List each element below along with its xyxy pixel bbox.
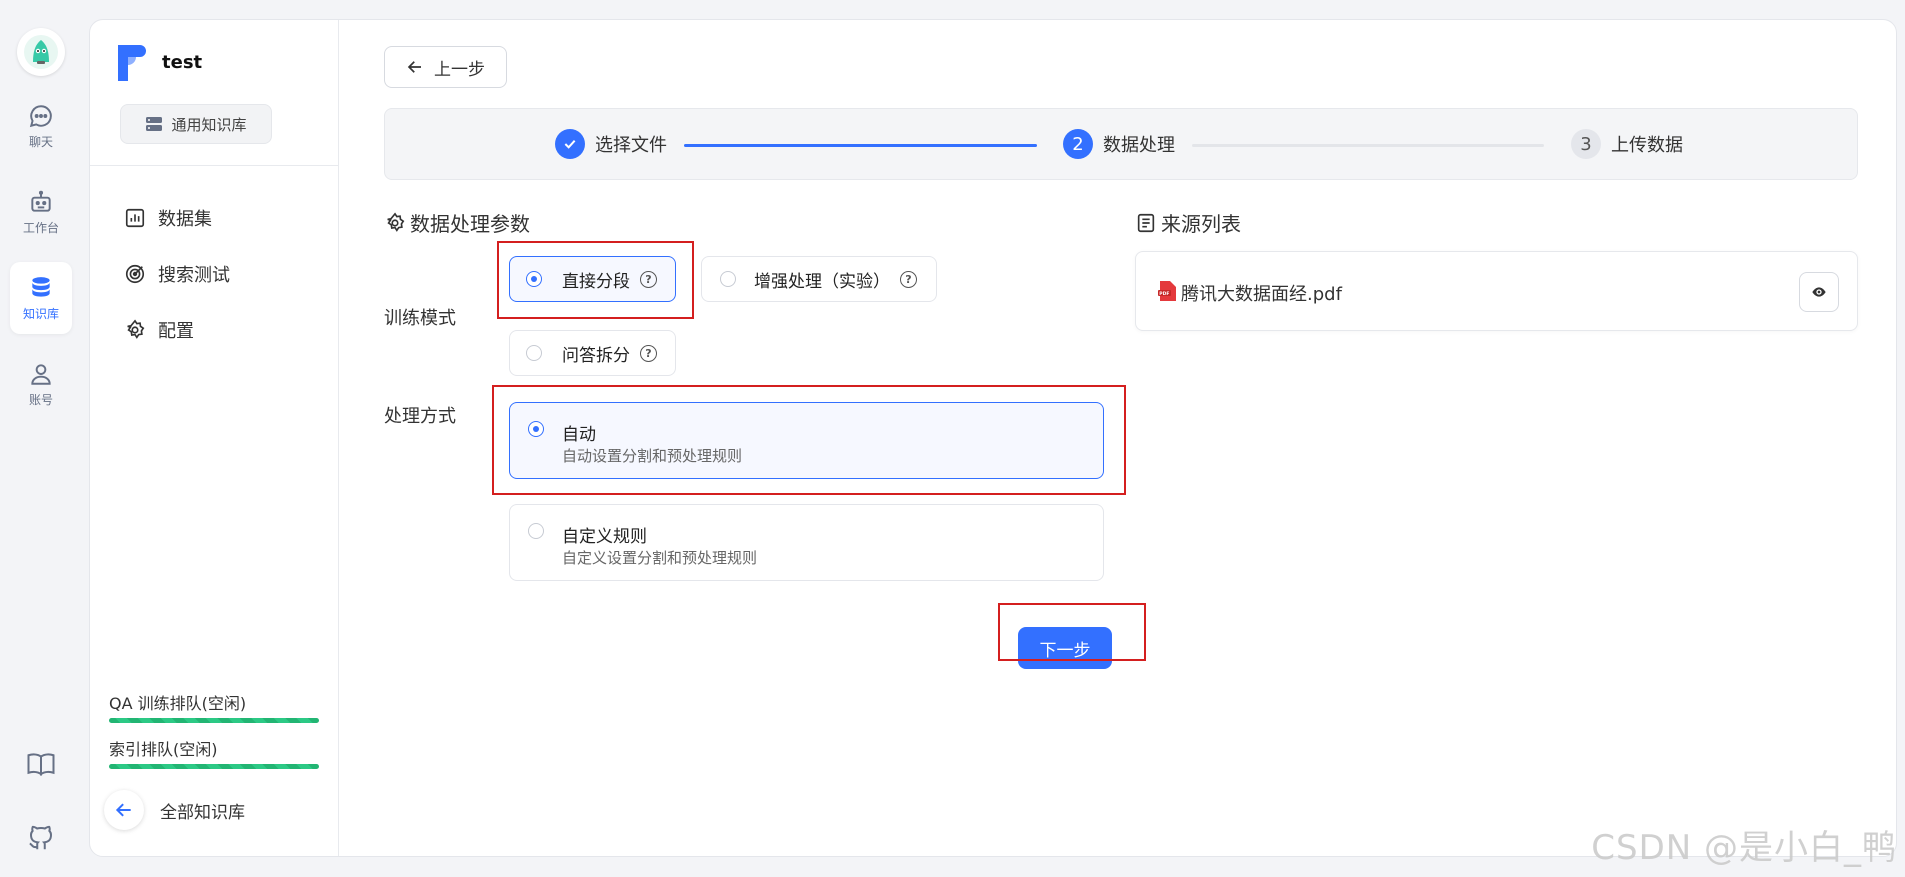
content-area: 上一步 选择文件 2 数据处理 3 上传数据 数据处理参数 训练模式 直接分段 … [339,20,1896,856]
user-icon [31,363,51,385]
back-arrow-button[interactable] [104,790,144,830]
radio-button[interactable] [526,271,542,287]
process-mode-auto-title: 自动 [562,425,596,445]
step-done-dot [555,129,585,159]
kb-nav: 数据集 搜索测试 配置 [90,166,338,358]
step-todo-dot: 3 [1571,129,1601,159]
kb-type-label: 通用知识库 [171,115,247,134]
rail-item-chat[interactable]: 聊天 [10,90,72,162]
help-icon[interactable]: ? [640,270,657,288]
arrow-left-icon [407,61,421,73]
app-rail: 聊天 工作台 知识库 账号 [0,0,82,877]
watermark: CSDN @是小白_鸭 [1591,828,1897,868]
eye-icon [1812,287,1826,297]
target-icon [125,264,145,284]
train-mode-enhanced[interactable]: 增强处理（实验） ? [701,256,937,302]
train-mode-direct[interactable]: 直接分段 ? [509,256,676,302]
train-mode-qa-label: 问答拆分 [562,345,630,366]
server-icon [146,117,163,131]
step-upload-data: 3 上传数据 [1571,129,1683,159]
nav-item-dataset[interactable]: 数据集 [90,190,338,246]
process-mode-custom-title: 自定义规则 [562,527,647,547]
step-label: 选择文件 [595,135,667,156]
kb-sidebar: test 通用知识库 数据集 搜索测试 配置 QA 训练排队(空闲) 索引排队(… [90,20,339,856]
gear-icon [127,319,145,339]
rail-item-label: 聊天 [28,134,53,149]
step-current-dot: 2 [1063,129,1093,159]
index-queue-label: 索引排队(空闲) [109,740,218,759]
index-queue-status: 索引排队(空闲) [109,736,319,769]
process-mode-auto-desc: 自动设置分割和预处理规则 [562,447,743,465]
avatar-icon [24,35,58,69]
book-icon[interactable] [26,749,56,779]
source-file-name: 腾讯大数据面经.pdf [1181,284,1342,305]
qa-queue-label: QA 训练排队(空闲) [109,694,247,713]
process-mode-auto[interactable]: 自动 自动设置分割和预处理规则 [509,402,1104,479]
source-file-item[interactable]: PDF 腾讯大数据面经.pdf [1135,251,1858,331]
document-icon [1137,213,1155,232]
rail-item-label: 账号 [28,392,53,407]
step-data-process: 2 数据处理 [1063,129,1175,159]
index-queue-bar [109,764,319,769]
preview-button[interactable] [1799,272,1839,312]
rail-item-account[interactable]: 账号 [10,348,72,420]
chart-icon [125,208,145,228]
chat-icon [29,104,52,127]
robot-icon [31,190,51,212]
gear-icon [387,211,405,232]
qa-queue-bar [109,718,319,723]
nav-item-config[interactable]: 配置 [90,302,338,358]
nav-item-label: 数据集 [158,209,212,230]
step-label: 上传数据 [1611,135,1683,156]
kb-logo-icon [118,45,146,81]
step-select-file: 选择文件 [555,129,667,159]
step-connector-todo [1192,144,1544,147]
rail-item-workbench[interactable]: 工作台 [10,176,72,248]
check-icon [564,139,576,149]
rail-bottom [26,749,56,853]
step-connector-done [684,144,1037,147]
nav-item-label: 搜索测试 [158,265,230,286]
params-title-text: 数据处理参数 [410,212,530,236]
kb-type-badge[interactable]: 通用知识库 [120,104,272,144]
sources-title: 来源列表 [1135,208,1241,237]
radio-button[interactable] [526,345,542,361]
process-mode-custom[interactable]: 自定义规则 自定义设置分割和预处理规则 [509,504,1104,581]
kb-header: test 通用知识库 [90,20,338,166]
database-icon [32,276,50,297]
rail-item-label: 知识库 [22,306,59,321]
arrow-left-icon [115,803,131,817]
help-icon[interactable]: ? [640,344,657,362]
github-icon[interactable] [26,823,56,853]
rail-item-label: 工作台 [22,220,59,235]
process-mode-custom-desc: 自定义设置分割和预处理规则 [562,549,758,567]
back-to-all-label: 全部知识库 [160,802,245,823]
step-label: 数据处理 [1103,135,1175,156]
prev-step-label: 上一步 [434,59,485,80]
sources-title-text: 来源列表 [1161,212,1241,236]
pdf-icon: PDF [1158,281,1176,301]
radio-button[interactable] [528,421,544,437]
rail-item-knowledge[interactable]: 知识库 [10,262,72,334]
step-indicator: 选择文件 2 数据处理 3 上传数据 [384,108,1858,180]
train-mode-label: 训练模式 [384,308,456,329]
next-step-button[interactable]: 下一步 [1018,627,1112,669]
main-card: test 通用知识库 数据集 搜索测试 配置 QA 训练排队(空闲) 索引排队(… [89,19,1897,857]
radio-button[interactable] [528,523,544,539]
process-mode-label: 处理方式 [384,406,456,427]
kb-name: test [162,52,203,73]
prev-step-button[interactable]: 上一步 [384,46,507,88]
nav-item-search-test[interactable]: 搜索测试 [90,246,338,302]
train-mode-direct-label: 直接分段 [562,271,630,292]
back-to-all-kb[interactable]: 全部知识库 [104,790,245,830]
help-icon[interactable]: ? [900,270,917,288]
qa-queue-status: QA 训练排队(空闲) [109,690,319,723]
svg-text:PDF: PDF [1159,291,1169,297]
train-mode-qa[interactable]: 问答拆分 ? [509,330,676,376]
avatar[interactable] [17,28,65,76]
radio-button[interactable] [720,271,736,287]
train-mode-enhanced-label: 增强处理（实验） [754,271,890,292]
params-title: 数据处理参数 [384,208,530,237]
nav-item-label: 配置 [158,321,194,342]
